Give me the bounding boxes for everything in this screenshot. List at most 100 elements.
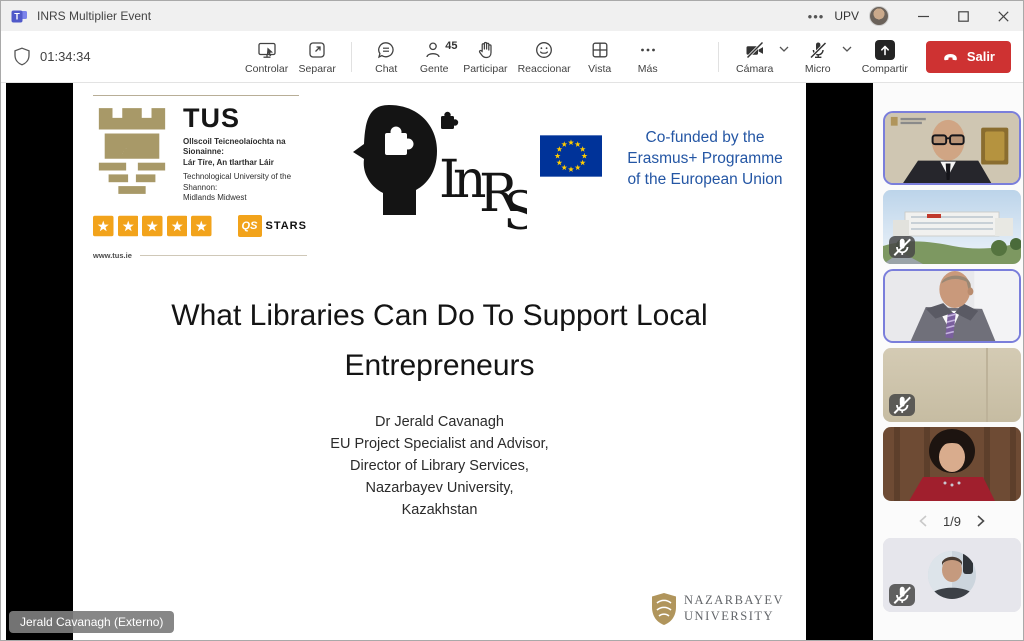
- tus-divider-line: [93, 95, 299, 96]
- leave-label: Salir: [967, 49, 995, 64]
- camera-button[interactable]: Cámara: [732, 38, 778, 75]
- mic-off-icon: [889, 394, 915, 416]
- chat-icon: [376, 40, 396, 60]
- view-button[interactable]: Vista: [577, 38, 623, 75]
- more-actions-label: Más: [638, 63, 658, 75]
- control-label: Controlar: [245, 63, 288, 75]
- minimize-button[interactable]: [903, 1, 943, 31]
- speaker-line: EU Project Specialist and Advisor,: [73, 433, 806, 455]
- hangup-icon: [942, 52, 959, 61]
- participant-video[interactable]: [883, 190, 1021, 264]
- popout-label: Separar: [299, 63, 336, 75]
- chevron-left-icon[interactable]: [919, 515, 927, 527]
- presenter-name-badge: Jerald Cavanagh (Externo): [9, 611, 174, 633]
- tus-divider-line: [140, 255, 307, 256]
- timer-label: 01:34:34: [40, 49, 91, 64]
- eu-funding-line1: Co-funded by the: [612, 127, 798, 148]
- raise-hand-button[interactable]: Participar: [459, 38, 511, 75]
- monitor-cursor-icon: [257, 40, 277, 60]
- titlebar-more-icon[interactable]: •••: [798, 9, 835, 24]
- shared-slide: TUS Ollscoil Teicneolaíochta na Sionainn…: [73, 83, 806, 640]
- slide-title-line2: Entrepreneurs: [73, 341, 806, 391]
- svg-text:T: T: [14, 11, 20, 21]
- people-icon: [424, 40, 444, 60]
- participants-sidebar: 1/9: [873, 83, 1024, 640]
- participant-video-frame: [883, 427, 1021, 501]
- tus-wordmark: TUS: [183, 105, 307, 132]
- qs-logo: QS: [238, 215, 262, 237]
- toolbar-right: Cámara Micro Compartir Salir: [709, 38, 1011, 75]
- profile-avatar[interactable]: [869, 6, 889, 26]
- participant-video[interactable]: [883, 269, 1021, 343]
- tus-irish-line1: Ollscoil Teicneolaíochta na Sionainne:: [183, 137, 307, 158]
- qs-stars-rating: QS STARS: [93, 215, 307, 237]
- page-indicator: 1/9: [943, 514, 961, 529]
- star-icon: [93, 215, 114, 237]
- star-icon: [118, 215, 139, 237]
- nu-name-line1: NAZARBAYEV: [684, 593, 784, 609]
- participant-video[interactable]: [883, 538, 1021, 612]
- react-label: Reaccionar: [518, 63, 571, 75]
- control-button[interactable]: Controlar: [241, 38, 292, 75]
- meeting-main: TUS Ollscoil Teicneolaíochta na Sionainn…: [1, 83, 1023, 640]
- close-button[interactable]: [983, 1, 1023, 31]
- titlebar: T INRS Multiplier Event ••• UPV: [1, 1, 1023, 31]
- share-icon: [875, 40, 895, 60]
- tus-logo: TUS Ollscoil Teicneolaíochta na Sionainn…: [93, 95, 307, 260]
- view-label: Vista: [588, 63, 611, 75]
- inrs-letter: S: [503, 182, 527, 239]
- tus-irish-line2: Lár Tíre, An tIarthar Láir: [183, 158, 307, 168]
- qs-stars-label: STARS: [266, 220, 307, 232]
- toolbar-center: Controlar Separar Chat 45 Gente Partici: [203, 38, 709, 75]
- teams-app-icon: T: [11, 8, 28, 25]
- meeting-timer: 01:34:34: [13, 47, 203, 66]
- teams-window: T INRS Multiplier Event ••• UPV 01:34:34…: [0, 0, 1024, 641]
- star-icon: [142, 215, 163, 237]
- mic-off-icon: [808, 40, 828, 60]
- share-button[interactable]: Compartir: [858, 38, 912, 75]
- camera-off-icon: [745, 40, 765, 60]
- chat-label: Chat: [375, 63, 397, 75]
- speaker-details: Dr Jerald Cavanagh EU Project Specialist…: [73, 411, 806, 521]
- presentation-stage: TUS Ollscoil Teicneolaíochta na Sionainn…: [6, 83, 873, 640]
- tus-english-line2: Midlands Midwest: [183, 193, 307, 203]
- meeting-toolbar: 01:34:34 Controlar Separar Chat 45: [1, 31, 1023, 83]
- popout-icon: [307, 40, 327, 60]
- mic-off-badge: [889, 584, 915, 606]
- maximize-button[interactable]: [943, 1, 983, 31]
- chat-button[interactable]: Chat: [363, 38, 409, 75]
- ellipsis-icon: [638, 40, 658, 60]
- participant-video[interactable]: [883, 427, 1021, 501]
- more-actions-button[interactable]: Más: [625, 38, 671, 75]
- popout-button[interactable]: Separar: [294, 38, 340, 75]
- star-icon: [167, 215, 188, 237]
- slide-title: What Libraries Can Do To Support Local E…: [73, 291, 806, 391]
- mic-off-badge: [889, 236, 915, 258]
- speaker-line: Kazakhstan: [73, 499, 806, 521]
- participant-video[interactable]: [883, 348, 1021, 422]
- erasmus-logo: Co-funded by the Erasmus+ Programme of t…: [540, 127, 798, 190]
- slide-title-line1: What Libraries Can Do To Support Local: [73, 291, 806, 341]
- people-button[interactable]: 45 Gente: [411, 38, 457, 75]
- nu-shield-icon: [651, 592, 677, 626]
- raised-hand-icon: [475, 40, 495, 60]
- grid-view-icon: [590, 40, 610, 60]
- chevron-right-icon[interactable]: [977, 515, 985, 527]
- eu-funding-line3: of the European Union: [612, 169, 798, 190]
- inrs-logo: I n R S: [329, 99, 527, 239]
- speaker-line: Dr Jerald Cavanagh: [73, 411, 806, 433]
- eu-funding-line2: Erasmus+ Programme: [612, 148, 798, 169]
- participant-video[interactable]: [883, 111, 1021, 185]
- mic-button[interactable]: Micro: [795, 38, 841, 75]
- shield-icon: [13, 47, 31, 66]
- toolbar-divider: [351, 42, 352, 72]
- leave-button[interactable]: Salir: [926, 41, 1011, 73]
- mic-chevron-icon[interactable]: [842, 46, 852, 52]
- react-button[interactable]: Reaccionar: [514, 38, 575, 75]
- nu-name-line2: UNIVERSITY: [684, 609, 784, 625]
- nazarbayev-logo: NAZARBAYEV UNIVERSITY: [651, 592, 784, 626]
- participant-video-frame: [885, 271, 1019, 341]
- participant-video-frame: [885, 113, 1019, 183]
- camera-chevron-icon[interactable]: [779, 46, 789, 52]
- svg-text:I n R: I n R S: [439, 150, 527, 239]
